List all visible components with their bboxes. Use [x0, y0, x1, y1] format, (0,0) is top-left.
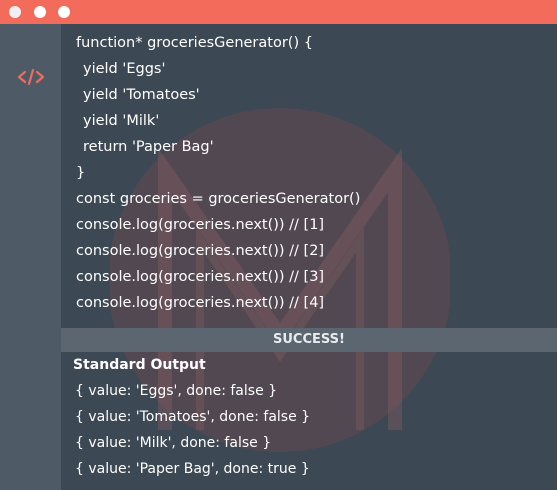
code-line: yield 'Eggs' [83, 61, 166, 77]
window-maximize-dot[interactable] [58, 6, 70, 18]
code-brackets-icon [17, 68, 45, 86]
code-line: console.log(groceries.next()) // [4] [76, 295, 325, 311]
code-line: return 'Paper Bag' [83, 139, 214, 155]
editor-gutter [0, 24, 61, 490]
status-bar: SUCCESS! [61, 328, 557, 352]
title-bar [0, 0, 557, 24]
code-line: yield 'Milk' [83, 113, 160, 129]
output-line: { value: 'Paper Bag', done: true } [75, 461, 310, 477]
code-line: console.log(groceries.next()) // [1] [76, 217, 325, 233]
window-minimize-dot[interactable] [34, 6, 46, 18]
standard-output-panel: Standard Output { value: 'Eggs', done: f… [61, 352, 557, 490]
code-editor[interactable]: function* groceriesGenerator() { yield '… [61, 24, 557, 324]
window-close-dot[interactable] [9, 6, 21, 18]
code-line: const groceries = groceriesGenerator() [76, 191, 361, 207]
code-line: function* groceriesGenerator() { [76, 35, 313, 51]
output-line: { value: 'Milk', done: false } [75, 435, 272, 451]
code-line: console.log(groceries.next()) // [3] [76, 269, 325, 285]
code-line: } [76, 165, 86, 181]
output-title: Standard Output [73, 357, 206, 373]
output-line: { value: 'Eggs', done: false } [75, 383, 278, 399]
output-line: { value: 'Tomatoes', done: false } [75, 409, 311, 425]
code-line: yield 'Tomatoes' [83, 87, 200, 103]
code-window: function* groceriesGenerator() { yield '… [0, 0, 557, 490]
code-line: console.log(groceries.next()) // [2] [76, 243, 325, 259]
